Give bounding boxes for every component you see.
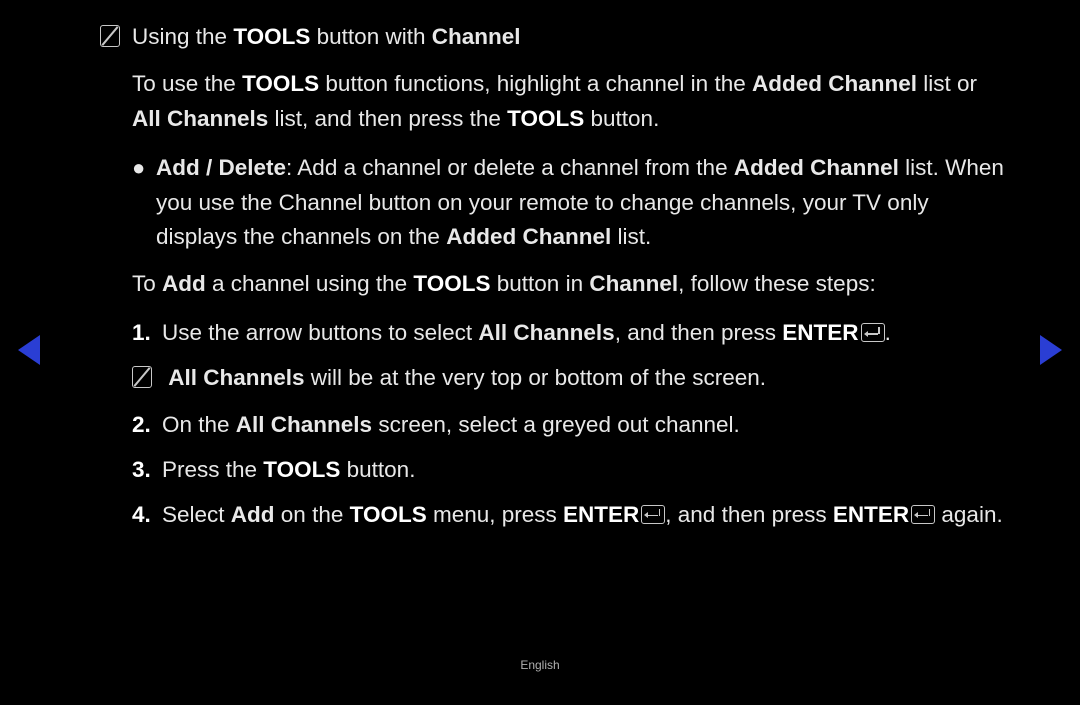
title-channel: Channel: [432, 24, 521, 49]
step-3: 3. Press the TOOLS button.: [100, 453, 1010, 488]
txt: button.: [584, 106, 659, 131]
txt-enter: ENTER: [782, 320, 858, 345]
txt: : Add a channel or delete a channel from…: [286, 155, 734, 180]
bullet-add-delete: ● Add / Delete: Add a channel or delete …: [100, 151, 1010, 256]
txt: button in: [491, 271, 590, 296]
step-4: 4. Select Add on the TOOLS menu, press E…: [100, 498, 1010, 533]
step-number: 2.: [132, 408, 162, 443]
enter-icon: [911, 505, 935, 524]
step-number: 4.: [132, 498, 162, 533]
txt-tools: TOOLS: [242, 71, 319, 96]
txt: list, and then press the: [268, 106, 507, 131]
txt: menu, press: [427, 502, 563, 527]
txt-tools: TOOLS: [507, 106, 584, 131]
txt: will be at the very top or bottom of the…: [305, 365, 766, 390]
txt-enter: ENTER: [563, 502, 639, 527]
txt-all-channels: All Channels: [168, 365, 304, 390]
bullet-label: Add / Delete: [156, 155, 286, 180]
txt-add: Add: [231, 502, 275, 527]
step-1-note: All Channels will be at the very top or …: [100, 361, 1010, 396]
txt: On the: [162, 412, 236, 437]
enter-icon: [861, 323, 885, 342]
txt: a channel using the: [206, 271, 414, 296]
manual-page: Using the TOOLS button with Channel To u…: [0, 0, 1080, 705]
txt-add: Add: [162, 271, 206, 296]
txt: on the: [275, 502, 350, 527]
txt: list or: [917, 71, 977, 96]
txt: .: [885, 320, 891, 345]
txt: , follow these steps:: [678, 271, 876, 296]
next-page-arrow[interactable]: [1040, 335, 1062, 365]
txt-added-channel: Added Channel: [734, 155, 899, 180]
txt: , and then press: [665, 502, 833, 527]
step-number: 3.: [132, 453, 162, 488]
txt: screen, select a greyed out channel.: [372, 412, 740, 437]
lead-paragraph: To Add a channel using the TOOLS button …: [100, 267, 1010, 302]
txt: Use the arrow buttons to select: [162, 320, 478, 345]
txt: list.: [611, 224, 651, 249]
intro-paragraph: To use the TOOLS button functions, highl…: [100, 67, 1010, 137]
txt: button functions, highlight a channel in…: [319, 71, 752, 96]
txt: Press the: [162, 457, 263, 482]
txt: To: [132, 271, 162, 296]
txt: , and then press: [615, 320, 783, 345]
txt-all-channels: All Channels: [478, 320, 614, 345]
enter-icon: [641, 505, 665, 524]
bullet-dot-icon: ●: [132, 151, 156, 256]
title-mid: button with: [310, 24, 431, 49]
txt-added-channel: Added Channel: [752, 71, 917, 96]
txt: Select: [162, 502, 231, 527]
step-number: 1.: [132, 316, 162, 351]
txt-all-channels: All Channels: [236, 412, 372, 437]
footer-language: English: [0, 656, 1080, 675]
txt-enter: ENTER: [833, 502, 909, 527]
page-heading: Using the TOOLS button with Channel: [100, 20, 1010, 55]
step-1: 1. Use the arrow buttons to select All C…: [100, 316, 1010, 351]
txt-tools: TOOLS: [413, 271, 490, 296]
txt: again.: [935, 502, 1003, 527]
step-2: 2. On the All Channels screen, select a …: [100, 408, 1010, 443]
txt-channel: Channel: [589, 271, 678, 296]
txt-all-channels: All Channels: [132, 106, 268, 131]
note-icon: [132, 366, 152, 388]
txt-tools: TOOLS: [350, 502, 427, 527]
txt: button.: [340, 457, 415, 482]
note-icon: [100, 25, 120, 47]
txt-tools: TOOLS: [263, 457, 340, 482]
txt: To use the: [132, 71, 242, 96]
txt-added-channel: Added Channel: [446, 224, 611, 249]
title-tools: TOOLS: [233, 24, 310, 49]
title-text: Using the: [132, 24, 233, 49]
prev-page-arrow[interactable]: [18, 335, 40, 365]
